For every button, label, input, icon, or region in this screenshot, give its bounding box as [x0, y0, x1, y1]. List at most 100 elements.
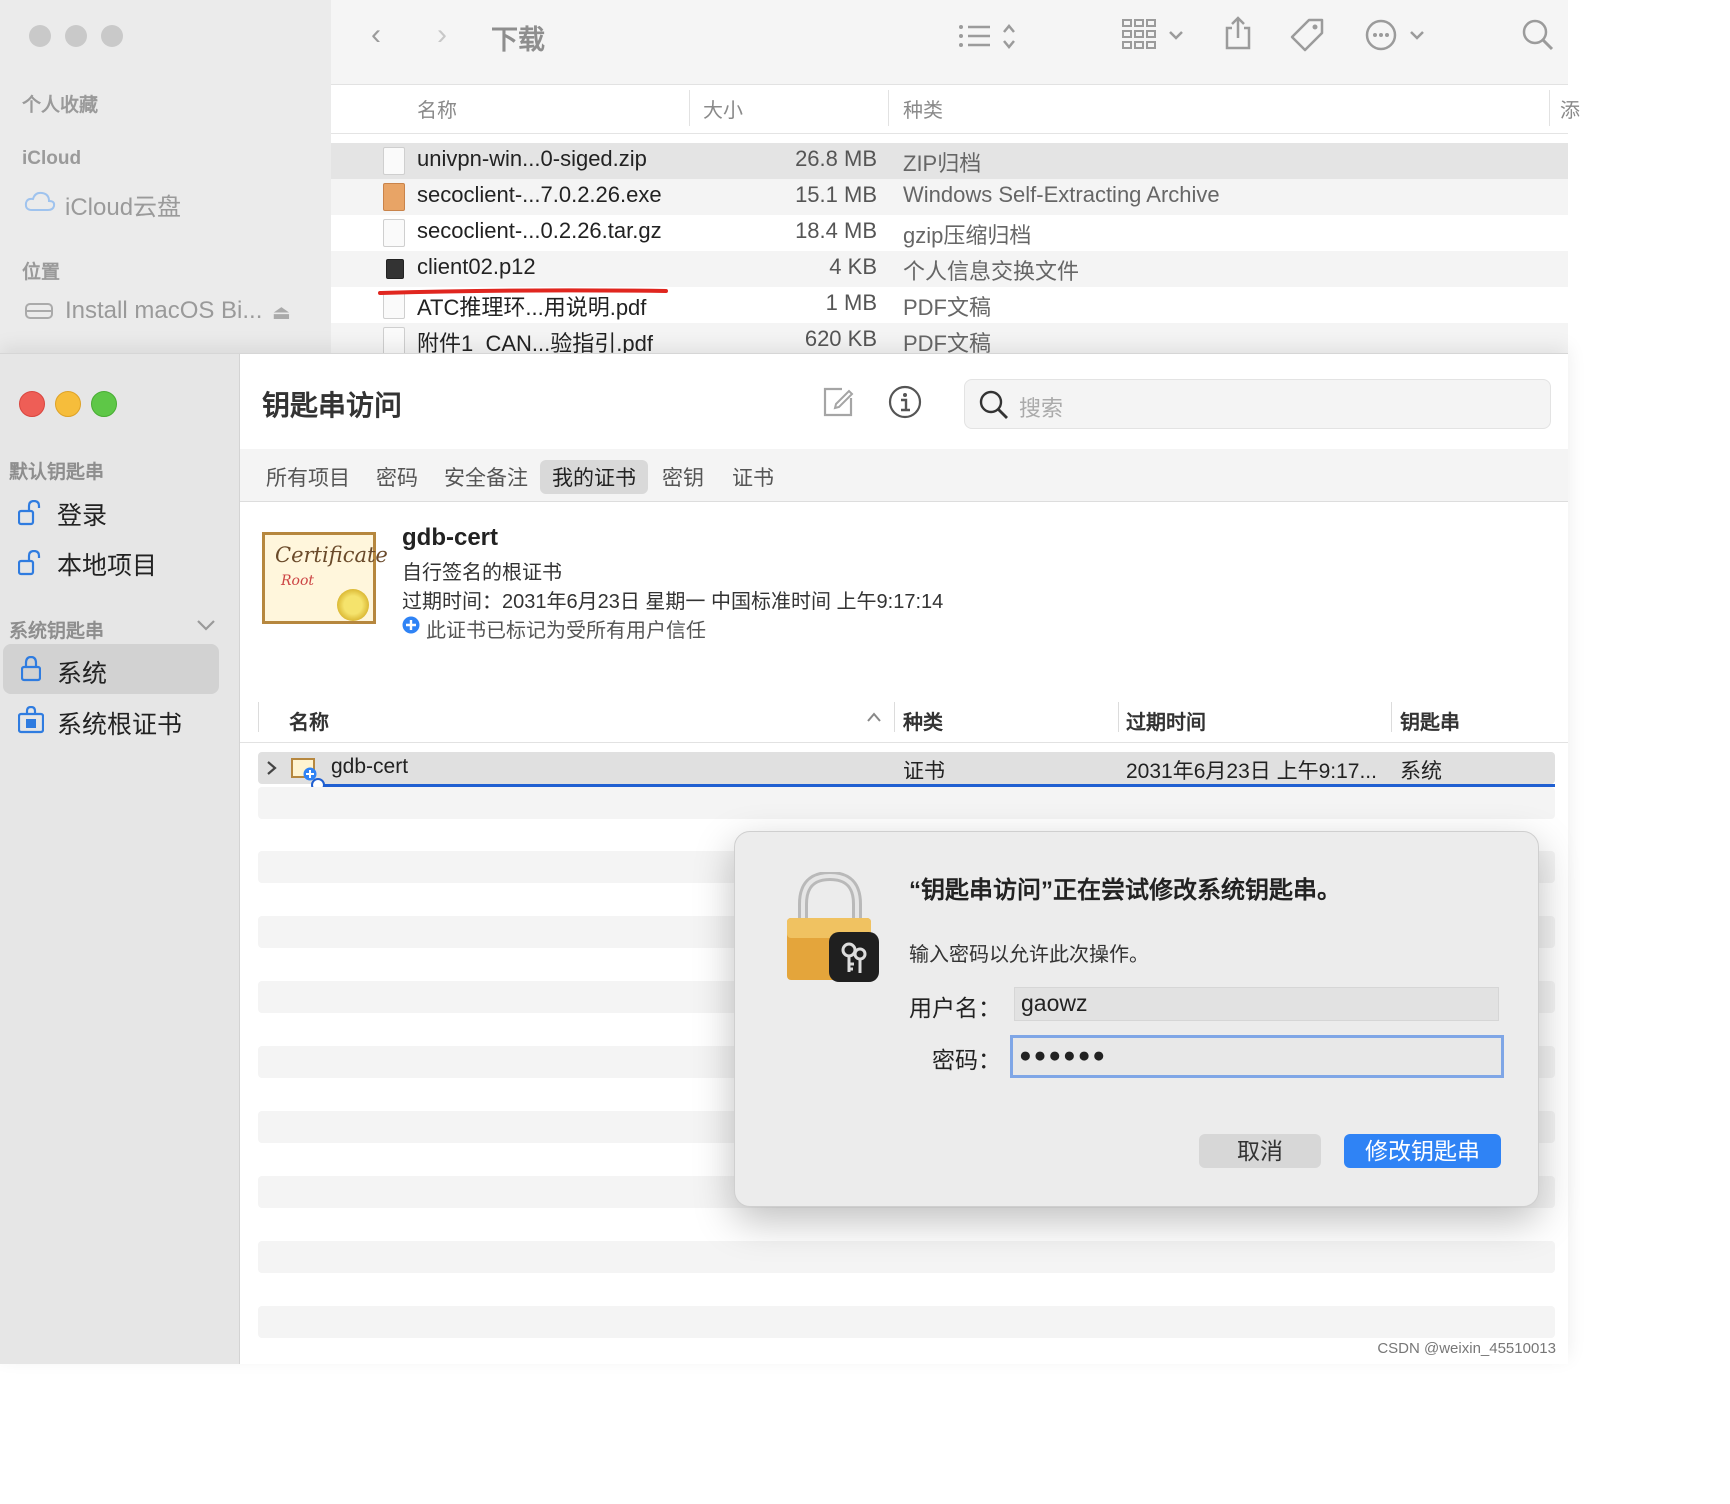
search-icon: [979, 390, 1009, 425]
file-name: client02.p12: [417, 254, 536, 279]
file-list-header: [331, 85, 1568, 134]
column-kind[interactable]: 种类: [903, 94, 943, 123]
disk-icon: [25, 300, 53, 320]
zoom-light[interactable]: [101, 25, 123, 47]
default-keychains-section: 默认钥匙串: [9, 462, 105, 483]
sidebar-item-local[interactable]: 本地项目: [57, 546, 157, 582]
file-row[interactable]: univpn-win...0-siged.zip 26.8 MB ZIP归档: [331, 143, 1568, 179]
dialog-message: 输入密码以允许此次操作。: [909, 944, 1149, 966]
empty-row: [258, 1306, 1555, 1338]
column-kind[interactable]: 种类: [903, 706, 943, 735]
compose-icon[interactable]: [822, 386, 854, 423]
empty-row: [258, 1241, 1555, 1273]
close-button[interactable]: [19, 391, 45, 417]
file-size: 26.8 MB: [795, 146, 877, 171]
cert-expiry: 过期时间：2031年6月23日 星期一 中国标准时间 上午9:17:14: [402, 591, 944, 613]
unlock-icon: [17, 549, 42, 581]
password-field[interactable]: ●●●●●●: [1010, 1035, 1504, 1078]
seal-icon: [337, 589, 369, 621]
column-divider: [258, 702, 259, 732]
tab-secure-notes[interactable]: 安全备注: [432, 460, 540, 494]
column-name[interactable]: 名称: [417, 94, 457, 123]
certificate-file-icon: [386, 259, 404, 279]
file-size: 15.1 MB: [795, 182, 877, 207]
column-divider: [888, 90, 889, 126]
cancel-button[interactable]: 取消: [1199, 1134, 1321, 1168]
column-divider: [894, 702, 895, 732]
sort-ascending-icon[interactable]: [866, 710, 882, 728]
file-size: 18.4 MB: [795, 218, 877, 243]
list-view-icon[interactable]: [958, 22, 1018, 57]
file-row[interactable]: client02.p12 4 KB 个人信息交换文件: [331, 251, 1568, 287]
exe-file-icon: [383, 183, 405, 211]
column-date[interactable]: 添: [1560, 94, 1580, 123]
row-name: gdb-cert: [331, 755, 409, 778]
search-field[interactable]: 搜索: [964, 379, 1551, 429]
minimize-light[interactable]: [65, 25, 87, 47]
file-kind: ZIP归档: [903, 151, 982, 176]
tag-icon[interactable]: [1289, 18, 1325, 57]
category-tabs: 所有项目 密码 安全备注 我的证书 密钥 证书: [240, 449, 1568, 502]
file-row[interactable]: secoclient-...0.2.26.tar.gz 18.4 MB gzip…: [331, 215, 1568, 251]
pdf-file-icon: [383, 327, 405, 355]
column-divider: [1549, 90, 1550, 126]
minimize-button[interactable]: [55, 391, 81, 417]
tab-passwords[interactable]: 密码: [364, 460, 430, 494]
certificate-icon-sub: Root: [281, 573, 315, 589]
username-label: 用户名：: [909, 995, 1001, 1021]
row-keychain: 系统: [1400, 760, 1442, 783]
share-icon[interactable]: [1224, 16, 1252, 55]
cert-name: gdb-cert: [402, 524, 498, 551]
search-placeholder: 搜索: [1019, 396, 1064, 421]
watermark: CSDN @weixin_45510013: [1377, 1340, 1556, 1357]
back-icon[interactable]: ‹: [371, 20, 381, 50]
row-expires: 2031年6月23日 上午9:17...: [1126, 760, 1377, 783]
zip-file-icon: [383, 147, 405, 175]
modify-keychain-button[interactable]: 修改钥匙串: [1344, 1134, 1501, 1168]
disclosure-chevron-icon[interactable]: [266, 760, 278, 781]
column-keychain[interactable]: 钥匙串: [1400, 706, 1460, 735]
favorites-section: 个人收藏: [22, 95, 99, 116]
group-icon[interactable]: [1122, 18, 1186, 57]
finder-toolbar: ‹ › 下载: [331, 0, 1568, 85]
info-icon[interactable]: [888, 385, 922, 424]
sidebar-item-system-roots[interactable]: 系统根证书: [57, 705, 182, 741]
system-keychains-section: 系统钥匙串: [9, 621, 105, 642]
cert-trust-status: 此证书已标记为受所有用户信任: [426, 620, 706, 642]
tab-my-certificates[interactable]: 我的证书: [540, 460, 648, 494]
column-expires[interactable]: 过期时间: [1126, 706, 1206, 735]
lock-keychain-icon: [785, 870, 881, 989]
close-light[interactable]: [29, 25, 51, 47]
tab-keys[interactable]: 密钥: [650, 460, 716, 494]
keychain-sidebar: 默认钥匙串 登录 本地项目 系统钥匙串 系统 系统根证书: [0, 354, 240, 1364]
chevron-down-icon[interactable]: [196, 618, 216, 637]
username-field[interactable]: gaowz: [1014, 987, 1499, 1021]
forward-icon[interactable]: ›: [437, 20, 447, 50]
tab-certificates[interactable]: 证书: [720, 460, 786, 494]
column-name[interactable]: 名称: [289, 706, 329, 735]
column-size[interactable]: 大小: [703, 94, 743, 123]
annotation-underline: [378, 283, 668, 295]
icloud-section: iCloud: [22, 148, 82, 169]
sidebar-item-login[interactable]: 登录: [57, 496, 107, 532]
file-row[interactable]: secoclient-...7.0.2.26.exe 15.1 MB Windo…: [331, 179, 1568, 215]
search-icon[interactable]: [1521, 18, 1555, 57]
archive-file-icon: [383, 219, 405, 247]
file-kind: PDF文稿: [903, 295, 992, 320]
cert-description: 自行签名的根证书: [402, 562, 562, 584]
column-divider: [1391, 702, 1392, 732]
sidebar-item-icloud-drive[interactable]: iCloud云盘: [65, 187, 181, 222]
cloud-icon: [24, 190, 56, 212]
file-size: 620 KB: [804, 326, 877, 351]
certificate-icon: Certificate Root: [262, 532, 388, 624]
tab-all-items[interactable]: 所有项目: [254, 460, 362, 494]
file-size: 1 MB: [825, 290, 877, 315]
more-actions-icon[interactable]: [1365, 18, 1427, 57]
zoom-button[interactable]: [91, 391, 117, 417]
finder-window: 个人收藏 iCloud iCloud云盘 位置 Install macOS Bi…: [0, 0, 1580, 360]
authorization-dialog: “钥匙串访问”正在尝试修改系统钥匙串。 输入密码以允许此次操作。 用户名： ga…: [734, 831, 1539, 1207]
row-kind: 证书: [903, 760, 945, 783]
eject-icon[interactable]: ⏏: [272, 300, 291, 325]
sidebar-item-install-macos[interactable]: Install macOS Bi...: [65, 297, 262, 325]
file-name: secoclient-...7.0.2.26.exe: [417, 182, 662, 207]
